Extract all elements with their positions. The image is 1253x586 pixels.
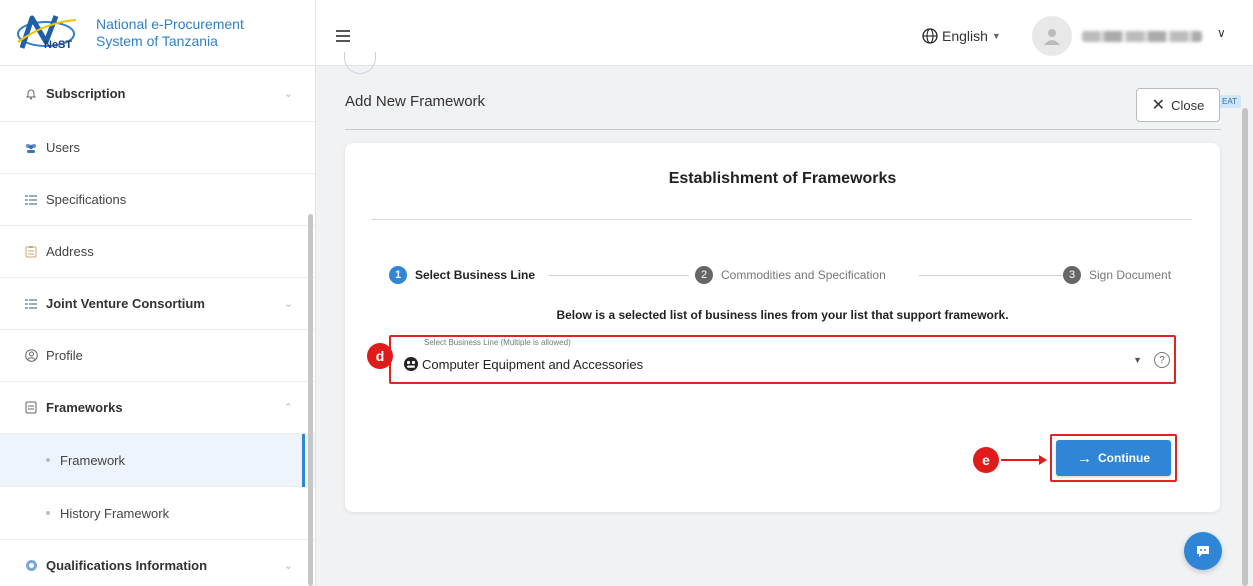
username-blurred[interactable] — [1082, 31, 1202, 42]
stepper: 1 Select Business Line 2 Commodities and… — [389, 266, 1175, 286]
bell-icon — [24, 87, 38, 101]
brand-name-line2: System of Tanzania — [96, 32, 218, 49]
sidebar-scrollbar[interactable] — [308, 214, 313, 586]
step-number: 2 — [695, 266, 713, 284]
badge-icon — [24, 559, 38, 573]
avatar[interactable] — [1032, 16, 1072, 56]
brand-name: National e-Procurement System of Tanzani… — [96, 16, 244, 50]
step-number: 3 — [1063, 266, 1081, 284]
caret-down-icon[interactable]: ▼ — [1133, 355, 1142, 365]
step-indicator-partial — [344, 52, 376, 74]
sidebar-item-label: Frameworks — [46, 400, 123, 415]
language-label: English — [942, 28, 988, 44]
sidebar-subitem-history-framework[interactable]: History Framework — [0, 487, 315, 540]
sidebar-item-users[interactable]: Users — [0, 122, 315, 174]
top-bar: English ▼ ∨ — [316, 0, 1253, 66]
continue-button[interactable]: → Continue — [1056, 440, 1171, 476]
svg-text:NeST: NeST — [44, 39, 72, 51]
step-label: Sign Document — [1089, 268, 1172, 282]
document-icon — [24, 401, 38, 415]
sidebar-item-specifications[interactable]: Specifications — [0, 174, 315, 226]
sidebar-item-label: Users — [46, 140, 80, 155]
continue-highlight: → Continue — [1050, 434, 1177, 482]
framework-card: Establishment of Frameworks 1 Select Bus… — [345, 143, 1220, 512]
sidebar-subitem-label: Framework — [60, 452, 126, 468]
sidebar-subitem-framework[interactable]: Framework — [0, 434, 315, 487]
continue-label: Continue — [1098, 451, 1150, 465]
select-value: Computer Equipment and Accessories — [403, 356, 643, 372]
arrow-right-icon: → — [1077, 449, 1092, 467]
annotation-badge-d: d — [367, 343, 393, 369]
step-connector — [549, 275, 689, 276]
close-icon: ✕ — [1151, 97, 1166, 114]
chevron-up-icon: ⌃ — [283, 402, 293, 414]
business-line-select[interactable]: Select Business Line (Multiple is allowe… — [389, 335, 1176, 384]
list-icon — [24, 193, 38, 207]
close-button[interactable]: ✕ Close — [1136, 88, 1220, 122]
chat-button[interactable] — [1184, 532, 1222, 570]
sidebar-subitem-label: History Framework — [60, 505, 170, 521]
info-text: Below is a selected list of business lin… — [345, 308, 1220, 322]
sidebar-item-profile[interactable]: Profile — [0, 330, 315, 382]
step-select-business-line[interactable]: 1 Select Business Line — [389, 266, 536, 284]
main-scrollbar[interactable] — [1242, 108, 1248, 586]
sidebar-item-subscription[interactable]: Subscription ⌄ — [0, 66, 315, 122]
card-title: Establishment of Frameworks — [668, 170, 897, 187]
caret-down-icon: ▼ — [991, 31, 1001, 41]
user-circle-icon — [24, 349, 38, 363]
sidebar-item-label: Subscription — [46, 86, 126, 101]
sidebar-item-joint-venture[interactable]: Joint Venture Consortium ⌄ — [0, 278, 315, 330]
annotation-badge-e: e — [973, 447, 999, 473]
sidebar-item-qualifications[interactable]: Qualifications Information ⌄ — [0, 540, 315, 586]
sidebar-item-frameworks[interactable]: Frameworks ⌃ — [0, 382, 315, 434]
step-label: Select Business Line — [415, 268, 536, 282]
close-label: Close — [1171, 97, 1205, 113]
sidebar: NeST National e-Procurement System of Ta… — [0, 0, 316, 586]
step-commodities[interactable]: 2 Commodities and Specification — [695, 266, 886, 284]
nest-logo-icon: NeST — [16, 12, 82, 54]
list-icon — [24, 297, 38, 311]
bullet-icon — [46, 458, 50, 462]
step-number: 1 — [389, 266, 407, 284]
step-label: Commodities and Specification — [721, 268, 886, 282]
page-title: Add New Framework — [345, 93, 486, 110]
menu-icon[interactable] — [336, 30, 350, 45]
help-icon[interactable]: ? — [1154, 352, 1170, 368]
sidebar-item-address[interactable]: Address — [0, 226, 315, 278]
sidebar-item-label: Address — [46, 244, 94, 259]
select-value-text: Computer Equipment and Accessories — [422, 356, 644, 372]
clipboard-icon — [24, 245, 38, 259]
sidebar-item-label: Joint Venture Consortium — [46, 296, 205, 311]
select-label: Select Business Line (Multiple is allowe… — [424, 338, 571, 347]
language-selector[interactable]: English ▼ — [922, 28, 1001, 44]
sidebar-item-label: Profile — [46, 348, 83, 363]
main-content: 19 Sep, 1:50:48 PM EAT Add New Framework… — [316, 52, 1253, 586]
globe-icon — [922, 28, 938, 44]
divider — [345, 129, 1221, 130]
brand-logo[interactable]: NeST National e-Procurement System of Ta… — [0, 0, 315, 66]
sidebar-item-label: Qualifications Information — [46, 558, 208, 573]
sidebar-item-label: Specifications — [46, 192, 127, 207]
bullet-icon — [46, 511, 50, 515]
info-text-content: Below is a selected list of business lin… — [556, 308, 1009, 322]
chevron-down-icon: ⌄ — [283, 88, 293, 100]
users-icon — [24, 141, 38, 155]
chevron-down-icon[interactable]: ∨ — [1217, 26, 1226, 40]
tag-icon — [404, 357, 418, 371]
chevron-down-icon: ⌄ — [283, 560, 293, 572]
step-connector — [919, 275, 1083, 276]
divider — [372, 219, 1192, 220]
chat-icon — [1197, 546, 1209, 557]
chevron-down-icon: ⌄ — [283, 298, 293, 310]
annotation-arrow — [1001, 455, 1047, 465]
step-sign-document[interactable]: 3 Sign Document — [1063, 266, 1172, 284]
brand-name-line1: National e-Procurement — [96, 15, 244, 32]
user-icon — [1044, 29, 1060, 45]
